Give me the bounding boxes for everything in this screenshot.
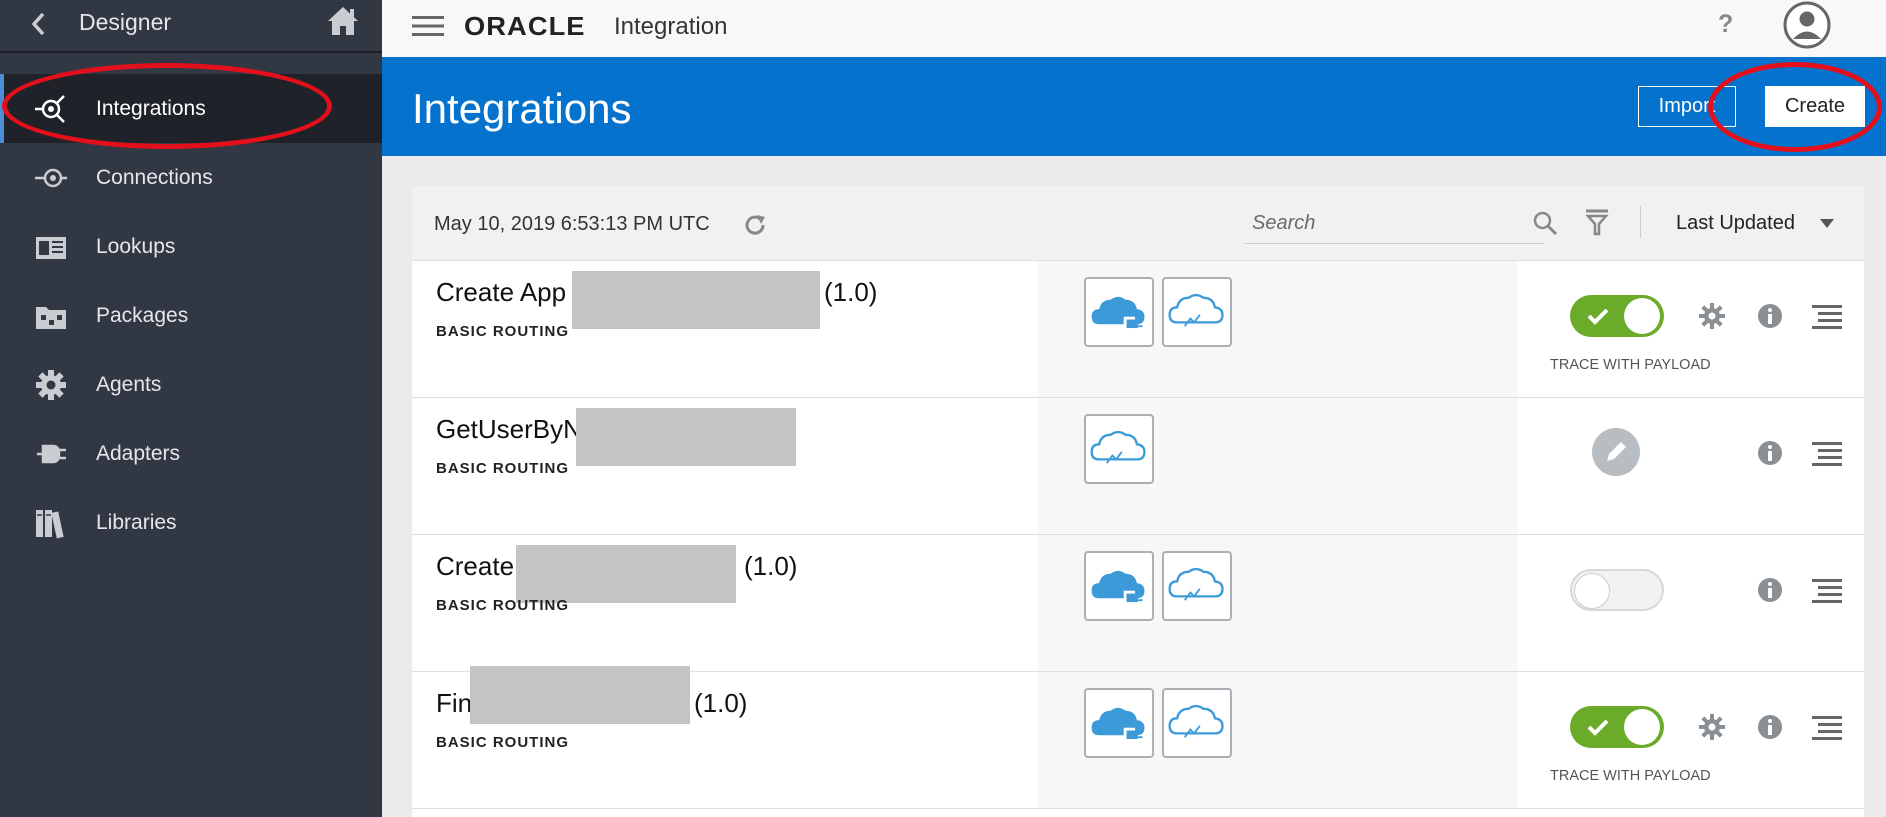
last-refresh-timestamp: May 10, 2019 6:53:13 PM UTC bbox=[434, 213, 710, 235]
page-title: Integrations bbox=[412, 85, 632, 132]
redacted-block bbox=[572, 271, 820, 329]
agents-icon bbox=[36, 370, 66, 400]
sidebar-item-lookups[interactable]: Lookups bbox=[0, 212, 382, 281]
info-icon[interactable] bbox=[1756, 713, 1784, 741]
help-icon[interactable]: ? bbox=[1718, 10, 1733, 39]
adapters-icon bbox=[37, 444, 66, 464]
gear-icon[interactable] bbox=[1698, 302, 1726, 330]
trace-label: TRACE WITH PAYLOAD bbox=[1550, 768, 1711, 784]
hamburger-menu-icon[interactable] bbox=[412, 15, 444, 37]
redacted-block bbox=[576, 408, 796, 466]
integrations-panel: May 10, 2019 6:53:13 PM UTC Last Updated… bbox=[412, 186, 1864, 817]
sidebar-item-label: Lookups bbox=[96, 235, 176, 258]
edit-pencil-icon[interactable] bbox=[1592, 428, 1640, 476]
sidebar-header: Designer bbox=[0, 0, 382, 53]
integration-pattern: BASIC ROUTING bbox=[436, 323, 569, 340]
toggle-knob bbox=[1624, 298, 1660, 334]
integrations-icon bbox=[35, 95, 65, 123]
redacted-block bbox=[516, 545, 736, 603]
actions-menu-icon[interactable] bbox=[1812, 440, 1842, 466]
packages-icon bbox=[36, 307, 66, 329]
chevron-down-icon[interactable] bbox=[1820, 219, 1834, 229]
activation-toggle[interactable] bbox=[1570, 569, 1664, 611]
toggle-knob bbox=[1574, 573, 1610, 609]
sidebar: Designer Integrations Connections Lookup… bbox=[0, 0, 382, 817]
trigger-connection-icon[interactable] bbox=[1084, 551, 1154, 621]
gear-icon[interactable] bbox=[1698, 713, 1726, 741]
sort-dropdown[interactable]: Last Updated bbox=[1676, 212, 1795, 235]
search-input[interactable] bbox=[1244, 203, 1524, 243]
sidebar-item-label: Agents bbox=[96, 373, 162, 396]
invoke-connection-icon[interactable] bbox=[1162, 277, 1232, 347]
integration-row[interactable]: Create App (1.0) BASIC ROUTING TRACE WIT… bbox=[412, 261, 1864, 398]
redacted-block bbox=[470, 666, 690, 724]
libraries-icon bbox=[36, 510, 64, 539]
toggle-knob bbox=[1624, 709, 1660, 745]
integration-pattern: BASIC ROUTING bbox=[436, 460, 569, 477]
integration-version: (1.0) bbox=[744, 551, 798, 581]
sidebar-item-integrations[interactable]: Integrations bbox=[0, 74, 382, 143]
invoke-connection-icon[interactable] bbox=[1162, 688, 1232, 758]
integration-name[interactable]: Fin bbox=[436, 688, 472, 719]
user-avatar-icon[interactable] bbox=[1782, 0, 1832, 50]
trigger-connection-icon[interactable] bbox=[1084, 688, 1154, 758]
divider bbox=[1640, 206, 1641, 238]
sidebar-item-label: Packages bbox=[96, 304, 189, 327]
trace-label: TRACE WITH PAYLOAD bbox=[1550, 357, 1711, 373]
sidebar-item-packages[interactable]: Packages bbox=[0, 281, 382, 350]
info-icon[interactable] bbox=[1756, 302, 1784, 330]
actions-menu-icon[interactable] bbox=[1812, 577, 1842, 603]
integration-version: (1.0) bbox=[824, 277, 878, 307]
oracle-logo: ORACLE bbox=[464, 11, 586, 41]
integration-name[interactable]: Create App bbox=[436, 277, 566, 308]
sidebar-item-label: Libraries bbox=[96, 511, 177, 534]
sidebar-item-adapters[interactable]: Adapters bbox=[0, 419, 382, 488]
actions-menu-icon[interactable] bbox=[1812, 714, 1842, 740]
info-icon[interactable] bbox=[1756, 439, 1784, 467]
sidebar-item-agents[interactable]: Agents bbox=[0, 350, 382, 419]
sidebar-title: Designer bbox=[79, 9, 172, 35]
activation-toggle[interactable] bbox=[1570, 706, 1664, 748]
filter-bar: May 10, 2019 6:53:13 PM UTC Last Updated bbox=[412, 186, 1864, 261]
trigger-connection-icon[interactable] bbox=[1084, 277, 1154, 347]
integration-row[interactable]: Fin (1.0) BASIC ROUTING TRACE WITH PAYLO… bbox=[412, 666, 1864, 809]
invoke-connection-icon[interactable] bbox=[1162, 551, 1232, 621]
sidebar-item-label: Connections bbox=[96, 166, 213, 189]
actions-menu-icon[interactable] bbox=[1812, 303, 1842, 329]
info-icon[interactable] bbox=[1756, 576, 1784, 604]
create-button[interactable]: Create bbox=[1765, 86, 1865, 127]
sidebar-item-label: Adapters bbox=[96, 442, 181, 465]
refresh-icon[interactable] bbox=[742, 212, 768, 238]
integration-row[interactable]: GetUserByN BASIC ROUTING bbox=[412, 398, 1864, 535]
top-bar: ORACLE Integration ? bbox=[382, 0, 1886, 57]
sidebar-item-libraries[interactable]: Libraries bbox=[0, 488, 382, 557]
search-icon[interactable] bbox=[1532, 210, 1558, 236]
check-icon bbox=[1587, 719, 1609, 736]
product-name: Integration bbox=[614, 13, 728, 40]
integration-pattern: BASIC ROUTING bbox=[436, 597, 569, 614]
filter-icon[interactable] bbox=[1584, 208, 1610, 236]
integration-name[interactable]: Create bbox=[436, 551, 514, 582]
check-icon bbox=[1587, 308, 1609, 325]
integration-row[interactable]: Create (1.0) BASIC ROUTING bbox=[412, 535, 1864, 672]
search-box bbox=[1244, 203, 1544, 244]
connections-icon bbox=[35, 168, 67, 188]
page-header: Integrations Import Create bbox=[382, 57, 1886, 156]
trigger-connection-icon[interactable] bbox=[1084, 414, 1154, 484]
integration-version: (1.0) bbox=[694, 688, 748, 718]
sidebar-item-connections[interactable]: Connections bbox=[0, 143, 382, 212]
activation-toggle[interactable] bbox=[1570, 295, 1664, 337]
integration-name[interactable]: GetUserByN bbox=[436, 414, 582, 445]
home-icon[interactable] bbox=[326, 4, 360, 38]
import-button[interactable]: Import bbox=[1638, 86, 1736, 127]
integration-pattern: BASIC ROUTING bbox=[436, 734, 569, 751]
sidebar-item-label: Integrations bbox=[96, 97, 206, 120]
back-arrow-icon[interactable] bbox=[26, 8, 50, 40]
lookups-icon bbox=[36, 237, 66, 259]
